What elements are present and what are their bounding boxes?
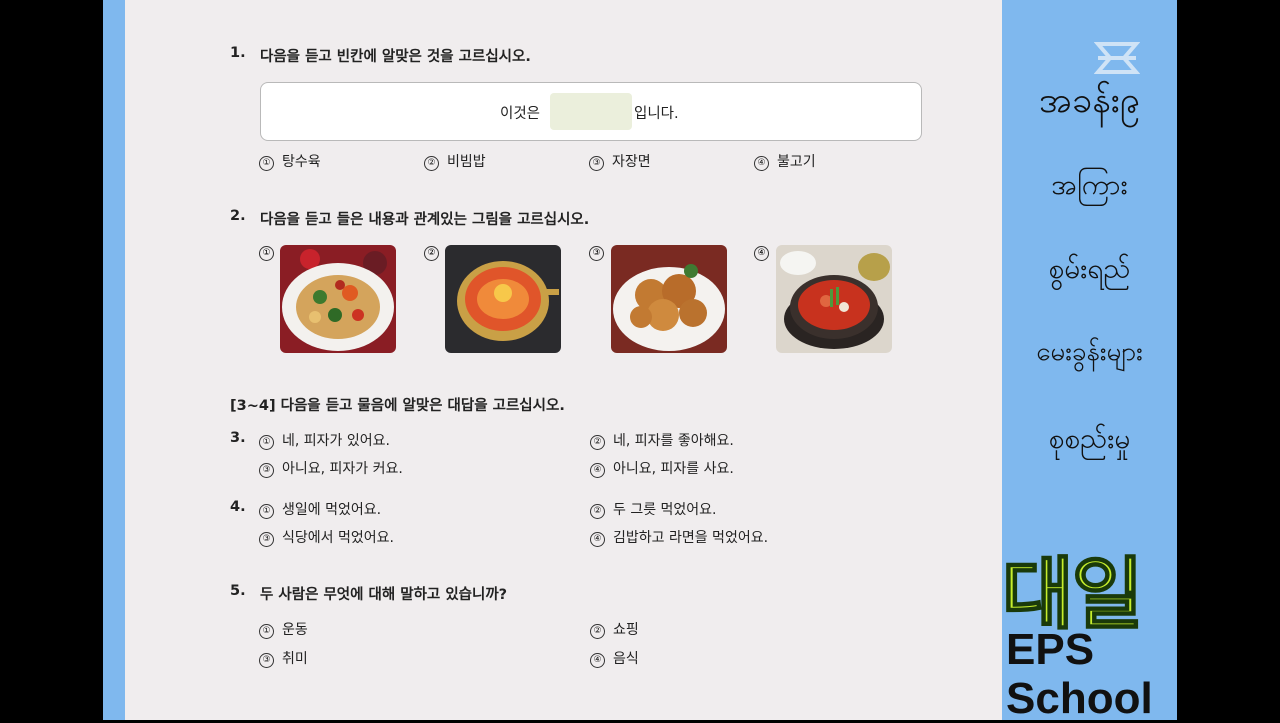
option-marker: ② <box>424 156 439 171</box>
option-text: 불고기 <box>777 154 816 170</box>
q1-option-1[interactable]: ① 탕수육 <box>259 151 321 171</box>
q2-title: 다음을 듣고 들은 내용과 관계있는 그림을 고르십시오. <box>260 212 590 228</box>
option-marker: ② <box>590 504 605 519</box>
option-text: 생일에 먹었어요. <box>282 502 382 518</box>
option-text: 취미 <box>282 651 308 667</box>
q4-option-1[interactable]: ① 생일에 먹었어요. <box>259 499 381 519</box>
q3-option-4[interactable]: ④ 아니요, 피자를 사요. <box>590 458 734 478</box>
q3-number: 3. <box>230 430 246 446</box>
q5-option-2[interactable]: ② 쇼핑 <box>590 619 639 639</box>
option-text: 음식 <box>613 651 639 667</box>
capcut-logo-icon <box>1093 40 1141 80</box>
side-line-5: စုစည်းမှု <box>1048 422 1131 455</box>
q5-option-3[interactable]: ③ 취미 <box>259 648 308 668</box>
option-marker: ④ <box>590 653 605 668</box>
option-text: 두 그릇 먹었어요. <box>613 502 717 518</box>
option-text: 비빔밥 <box>447 154 486 170</box>
brand-school-text: School <box>1006 674 1153 723</box>
option-text: 아니요, 피자가 커요. <box>282 461 403 477</box>
q1-option-3[interactable]: ③ 자장면 <box>589 151 651 171</box>
side-line-3: စွမ်းရည် <box>1048 252 1131 285</box>
option-text: 운동 <box>282 622 308 638</box>
option-text: 자장면 <box>612 154 651 170</box>
q2-image-marker-3: ③ <box>589 246 604 261</box>
option-text: 식당에서 먹었어요. <box>282 530 394 546</box>
option-marker: ④ <box>590 463 605 478</box>
side-line-1: အခန်း၉ <box>1038 80 1141 121</box>
option-text: 탕수육 <box>282 154 321 170</box>
fried-chicken-icon <box>611 245 727 353</box>
option-marker: ④ <box>590 532 605 547</box>
q1-number: 1. <box>230 45 246 61</box>
stir-fry-dish-icon <box>280 245 396 353</box>
option-marker: ① <box>259 156 274 171</box>
q2-image-marker-1: ① <box>259 246 274 261</box>
fried-chicken-image[interactable] <box>611 245 727 353</box>
q3-option-3[interactable]: ③ 아니요, 피자가 커요. <box>259 458 403 478</box>
brand-eps-text: EPS <box>1006 625 1095 674</box>
side-line-2: အကြား <box>1051 168 1128 201</box>
option-marker: ② <box>590 435 605 450</box>
q5-title: 두 사람은 무엇에 대해 말하고 있습니까? <box>260 587 508 603</box>
q5-option-1[interactable]: ① 운동 <box>259 619 308 639</box>
stew-pot-image[interactable] <box>776 245 892 353</box>
q1-option-4[interactable]: ④ 불고기 <box>754 151 816 171</box>
option-marker: ④ <box>754 156 769 171</box>
q5-number: 5. <box>230 583 246 599</box>
option-text: 네, 피자가 있어요. <box>282 433 390 449</box>
q1-sentence-before: 이것은 <box>500 106 541 122</box>
q4-option-4[interactable]: ④ 김밥하고 라면을 먹었어요. <box>590 527 768 547</box>
option-marker: ③ <box>259 653 274 668</box>
left-blue-strip <box>103 0 125 720</box>
q4-option-3[interactable]: ③ 식당에서 먹었어요. <box>259 527 394 547</box>
stir-fry-dish-image[interactable] <box>280 245 396 353</box>
option-text: 쇼핑 <box>613 622 639 638</box>
q3-4-group-title: [3~4] 다음을 듣고 물음에 알맞은 대답을 고르십시오. <box>230 398 565 414</box>
option-text: 아니요, 피자를 사요. <box>613 461 734 477</box>
option-text: 네, 피자를 좋아해요. <box>613 433 734 449</box>
option-marker: ① <box>259 504 274 519</box>
q1-title: 다음을 듣고 빈칸에 알맞은 것을 고르십시오. <box>260 49 531 65</box>
option-marker: ③ <box>589 156 604 171</box>
q1-blank-fill <box>550 93 632 130</box>
q2-image-marker-4: ④ <box>754 246 769 261</box>
q2-image-marker-2: ② <box>424 246 439 261</box>
option-marker: ③ <box>259 532 274 547</box>
option-marker: ① <box>259 624 274 639</box>
option-marker: ③ <box>259 463 274 478</box>
q4-number: 4. <box>230 499 246 515</box>
option-marker: ② <box>590 624 605 639</box>
stew-pot-icon <box>776 245 892 353</box>
option-text: 김밥하고 라면을 먹었어요. <box>613 530 769 546</box>
q2-number: 2. <box>230 208 246 224</box>
q4-option-2[interactable]: ② 두 그릇 먹었어요. <box>590 499 717 519</box>
q1-option-2[interactable]: ② 비빔밥 <box>424 151 486 171</box>
q3-option-1[interactable]: ① 네, 피자가 있어요. <box>259 430 390 450</box>
q1-sentence-after: 입니다. <box>634 106 679 122</box>
q5-option-4[interactable]: ④ 음식 <box>590 648 639 668</box>
side-line-4: မေးခွန်းများ <box>1036 337 1143 367</box>
option-marker: ① <box>259 435 274 450</box>
ramen-pot-icon <box>445 245 561 353</box>
ramen-pot-image[interactable] <box>445 245 561 353</box>
q3-option-2[interactable]: ② 네, 피자를 좋아해요. <box>590 430 734 450</box>
